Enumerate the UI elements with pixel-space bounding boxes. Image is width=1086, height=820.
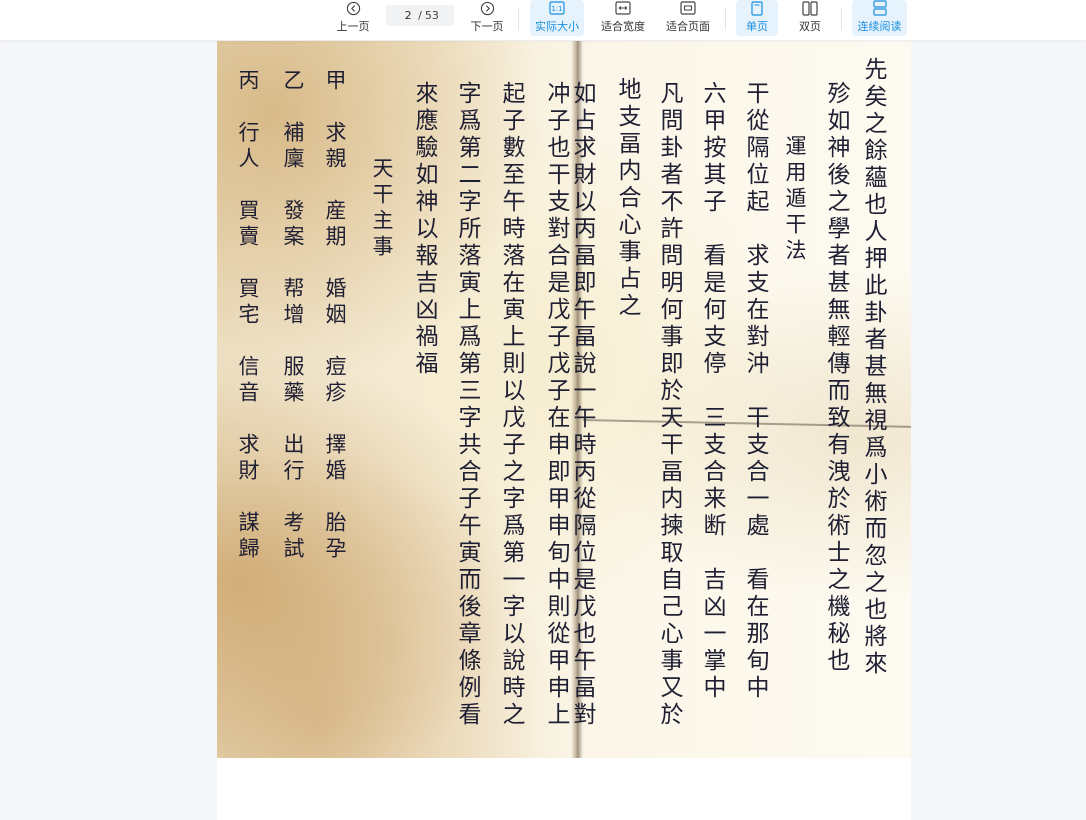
page-separator: / xyxy=(418,9,422,22)
prev-page-button[interactable]: 上一页 xyxy=(333,0,373,36)
actual-size-label: 实际大小 xyxy=(535,20,579,33)
single-page-icon xyxy=(751,0,763,17)
actual-size-button[interactable]: 1:1 实际大小 xyxy=(530,0,584,36)
fit-page-icon xyxy=(680,0,696,17)
text-column: 來應驗如神以報吉凶禍福 xyxy=(411,81,437,378)
single-page-label: 单页 xyxy=(746,20,768,33)
text-column: 凡問卦者不許問明何事即於天干畐内揀取自己心事又於 xyxy=(656,81,682,729)
fit-page-label: 适合页面 xyxy=(666,20,710,33)
chevron-right-circle-icon xyxy=(480,0,495,17)
text-column: 殄如神後之學者甚無輕傳而致有洩於術士之機秘也 xyxy=(823,81,849,675)
next-page-button[interactable]: 下一页 xyxy=(467,0,507,36)
text-column: 甲 求親 産期 婚姻 痘疹 擇婚 胎孕 xyxy=(323,69,347,563)
document-page: 先矣之餘蘊也人押此卦者甚無視爲小術而忽之也將來 殄如神後之學者甚無輕傳而致有洩於… xyxy=(217,41,911,820)
text-column: 地支畐内合心事占之 xyxy=(614,77,640,320)
text-column: 干從隔位起 求支在對沖 干支合一處 看在那旬中 xyxy=(742,81,768,702)
reader-toolbar: 上一页 / 53 下一页 1:1 实际大小 适合宽度 适合页面 单 xyxy=(0,0,1086,40)
text-column: 先矣之餘蘊也人押此卦者甚無視爲小術而忽之也將來 xyxy=(860,57,886,678)
text-column: 丙 行人 買賣 買宅 信音 求財 謀歸 xyxy=(236,69,260,563)
double-page-button[interactable]: 双页 xyxy=(790,0,830,36)
toolbar-divider xyxy=(518,8,519,30)
continuous-read-button[interactable]: 连续阅读 xyxy=(852,0,907,36)
fit-page-button[interactable]: 适合页面 xyxy=(661,0,715,36)
text-column: 如占求財以丙畐即午畐說一午時丙從隔位是戊也午畐對 xyxy=(569,81,595,729)
continuous-read-icon xyxy=(872,0,887,17)
double-page-label: 双页 xyxy=(799,20,821,33)
prev-page-label: 上一页 xyxy=(336,20,370,33)
section-heading: 運用遁干法 xyxy=(783,135,807,265)
text-column: 字爲第二字所落寅上爲第三字共合子午寅而後章條例看 xyxy=(454,81,480,729)
fit-width-icon xyxy=(615,0,631,17)
fit-width-button[interactable]: 适合宽度 xyxy=(596,0,650,36)
double-page-icon xyxy=(802,0,818,17)
chevron-left-circle-icon xyxy=(346,0,361,17)
continuous-read-label: 连续阅读 xyxy=(857,20,902,33)
toolbar-divider xyxy=(725,8,726,30)
current-page-input[interactable] xyxy=(401,9,416,22)
text-column: 起子數至午時落在寅上則以戊子之字爲第一字以說時之 xyxy=(498,81,524,729)
scanned-book-spread: 先矣之餘蘊也人押此卦者甚無視爲小術而忽之也將來 殄如神後之學者甚無輕傳而致有洩於… xyxy=(217,41,911,758)
single-page-button[interactable]: 单页 xyxy=(736,0,778,36)
text-column: 乙 補廩 發案 帮增 服藥 出行 考試 xyxy=(281,69,305,563)
total-pages: 53 xyxy=(424,9,439,22)
toolbar-divider xyxy=(841,8,842,30)
section-heading: 天干主事 xyxy=(370,157,394,261)
page-indicator: / 53 xyxy=(386,5,454,26)
fit-width-label: 适合宽度 xyxy=(601,20,645,33)
actual-size-icon: 1:1 xyxy=(549,0,565,17)
text-column: 六甲按其子 看是何支停 三支合来断 吉凶一掌中 xyxy=(699,81,725,702)
text-column: 冲子也干支對合是戊子戊子在申即甲申旬中則從甲申上 xyxy=(543,81,569,729)
svg-text:1:1: 1:1 xyxy=(551,5,562,13)
next-page-label: 下一页 xyxy=(470,20,504,33)
